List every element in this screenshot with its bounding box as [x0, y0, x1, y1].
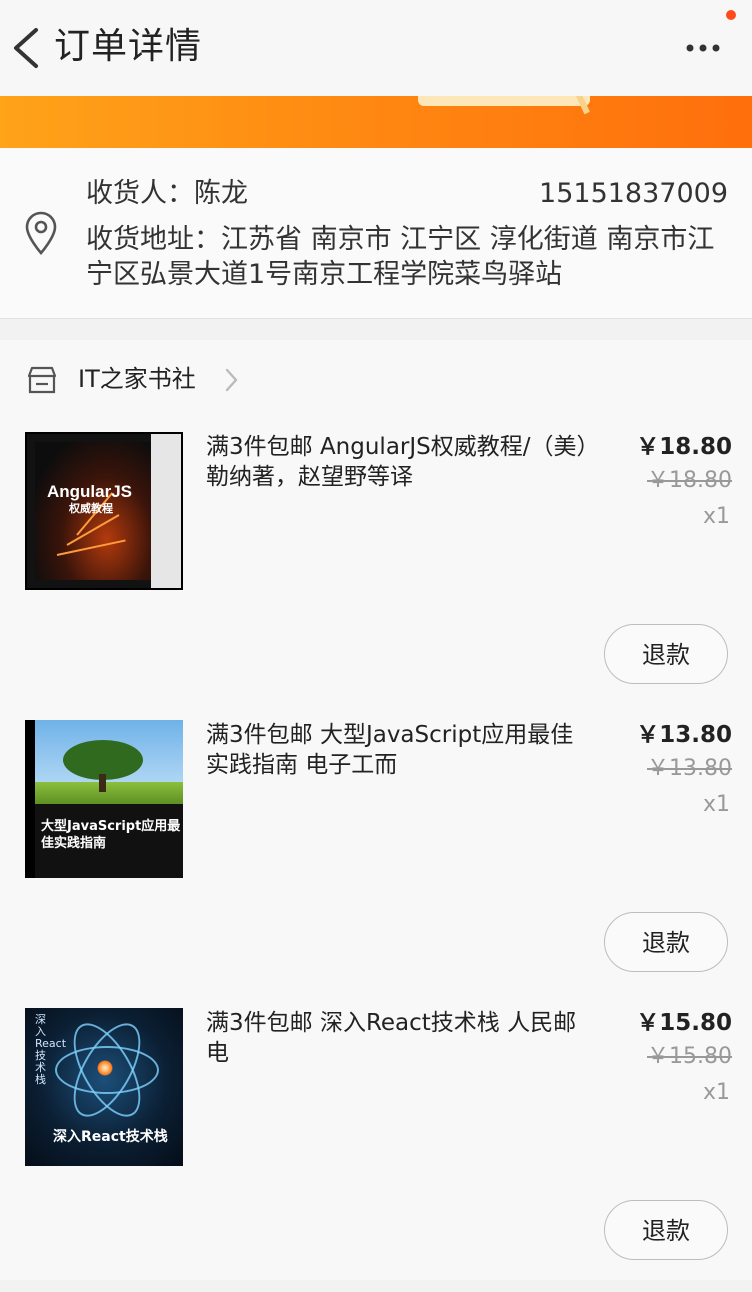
page-title: 订单详情 [54, 26, 203, 67]
item-price: ￥18.80 [636, 434, 732, 460]
item-original-price: ￥13.80 [647, 756, 732, 781]
item-quantity: x1 [702, 504, 730, 529]
shop-name: IT之家书社 [78, 365, 196, 393]
order-status-banner [0, 96, 752, 148]
book-cover-image: 深入React技术栈 深入React技术栈 [25, 1008, 183, 1166]
order-items-card: IT之家书社 AngularJS 权威教程 满3件包邮 AngularJS权威教… [0, 340, 752, 1280]
cover-side-text: 深入React技术栈 [35, 1013, 67, 1086]
item-original-price: ￥18.80 [647, 468, 732, 493]
book-cover-image: 大型JavaScript应用最佳实践指南 [25, 720, 183, 878]
cover-spine [151, 434, 181, 588]
notification-dot [726, 10, 736, 20]
item-price: ￥13.80 [636, 722, 732, 748]
item-title: 满3件包邮 AngularJS权威教程/（美）勒纳著，赵望野等译 [206, 434, 589, 490]
receiver-name: 收货人：陈龙 [86, 178, 248, 209]
chevron-right-icon [225, 368, 238, 392]
cover-subtitle: 权威教程 [69, 502, 113, 515]
item-original-price: ￥15.80 [647, 1044, 732, 1069]
top-nav-bar: 订单详情 [0, 0, 752, 96]
cover-title: AngularJS [47, 482, 133, 501]
item-quantity: x1 [702, 792, 730, 817]
order-item[interactable]: 大型JavaScript应用最佳实践指南 满3件包邮 大型JavaScript应… [0, 716, 752, 1004]
shop-header[interactable]: IT之家书社 [0, 340, 752, 420]
location-pin-icon [25, 211, 57, 255]
cover-tree-trunk [99, 774, 106, 792]
item-price: ￥15.80 [636, 1010, 732, 1036]
back-arrow-icon[interactable] [6, 20, 50, 76]
order-item[interactable]: AngularJS 权威教程 满3件包邮 AngularJS权威教程/（美）勒纳… [0, 428, 752, 716]
shop-icon [27, 366, 57, 394]
item-quantity: x1 [702, 1080, 730, 1105]
order-item[interactable]: 深入React技术栈 深入React技术栈 满3件包邮 深入React技术栈 人… [0, 1004, 752, 1292]
receiver-phone: 15151837009 [539, 178, 728, 209]
banner-illustration [418, 96, 590, 106]
more-dots-icon[interactable] [678, 28, 728, 68]
cover-spine [25, 720, 35, 878]
cover-title: 深入React技术栈 [53, 1129, 168, 1145]
book-cover-image: AngularJS 权威教程 [25, 432, 183, 590]
refund-button[interactable]: 退款 [604, 624, 728, 684]
item-title: 满3件包邮 大型JavaScript应用最佳实践指南 电子工而 [206, 722, 574, 778]
refund-button[interactable]: 退款 [604, 912, 728, 972]
cover-core [97, 1060, 113, 1076]
shipping-address: 收货地址：江苏省 南京市 江宁区 淳化街道 南京市江宁区弘景大道1号南京工程学院… [86, 224, 715, 290]
cover-title: 大型JavaScript应用最佳实践指南 [41, 819, 181, 851]
shipping-address-section[interactable]: 收货人：陈龙 15151837009 收货地址：江苏省 南京市 江宁区 淳化街道… [0, 148, 752, 319]
item-title: 满3件包邮 深入React技术栈 人民邮电 [206, 1010, 577, 1066]
cover-grass [35, 782, 183, 804]
refund-button[interactable]: 退款 [604, 1200, 728, 1260]
